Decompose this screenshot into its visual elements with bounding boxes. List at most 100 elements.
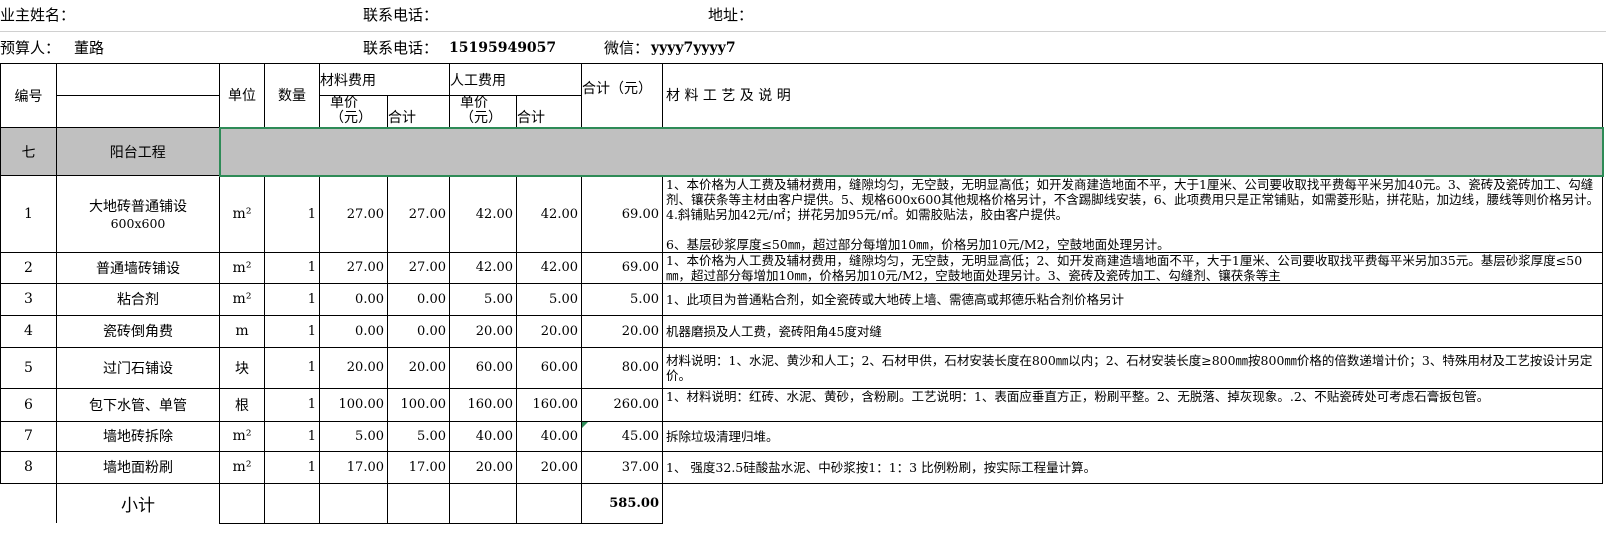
row-item-name: 过门石铺设 [56, 346, 220, 389]
row-material-price: 100.00 [319, 387, 388, 422]
quote-table: 编号 单位 数量 材料费用 人工费用 合计（元） 材 料 工 艺 及 说 明 单… [0, 63, 1604, 524]
row-total: 37.00 [581, 450, 663, 484]
row-total: 69.00 [581, 251, 663, 284]
row-total: 69.00 [581, 175, 663, 253]
table-row: 6 包下水管、单管 根 1 100.00 100.00 160.00 160.0… [0, 387, 1603, 422]
table-row: 4 瓷砖倒角费 m 1 0.00 0.00 20.00 20.00 20.00 … [0, 314, 1603, 348]
row-material-total: 17.00 [387, 450, 450, 484]
wechat-label: 微信： [604, 39, 650, 57]
col-header-material-subtotal: 合计 [387, 95, 450, 128]
subtotal-empty [387, 482, 450, 524]
row-material-price: 0.00 [319, 314, 388, 348]
row-unit: m² [219, 282, 265, 316]
row-labor-price: 20.00 [449, 450, 517, 484]
row-item-name: 普通墙砖铺设 [56, 251, 220, 284]
row-item-name: 瓷砖倒角费 [56, 314, 220, 348]
row-labor-price: 160.00 [449, 387, 517, 422]
row-material-total: 27.00 [387, 175, 450, 253]
row-labor-total: 5.00 [516, 282, 582, 316]
col-header-unit: 单位 [219, 63, 265, 128]
phone-number: 15195949057 [449, 40, 557, 56]
row-total: 5.00 [581, 282, 663, 316]
phone-label-2: 联系电话： [363, 39, 439, 57]
row-item-name: 墙地砖拆除 [56, 420, 220, 452]
row-description: 1、材料说明：红砖、水泥、黄砂，含粉刷。工艺说明：1、表面应垂直方正，粉刷平整。… [662, 387, 1603, 422]
row-labor-price: 20.00 [449, 314, 517, 348]
row-item-name: 墙地面粉刷 [56, 450, 220, 484]
wechat-id: yyyy7yyyy7 [651, 40, 736, 56]
subtotal-pad [0, 482, 57, 523]
row-description: 1、 强度32.5硅酸盐水泥、中砂浆按1：1：3 比例粉刷，按实际工程量计算。 [662, 450, 1603, 484]
col-header-labor-subtotal: 合计 [516, 95, 582, 128]
col-header-labor-unit-price: 单价（元） [449, 95, 517, 128]
row-material-price: 20.00 [319, 346, 388, 389]
row-qty: 1 [264, 314, 320, 348]
row-no: 7 [0, 420, 57, 452]
row-labor-total: 20.00 [516, 450, 582, 484]
col-header-no: 编号 [0, 63, 57, 128]
address-label: 地址： [708, 6, 754, 24]
row-no: 3 [0, 282, 57, 316]
row-qty: 1 [264, 251, 320, 284]
row-material-total: 5.00 [387, 420, 450, 452]
col-header-total: 合计（元） [581, 63, 663, 128]
row-no: 5 [0, 346, 57, 389]
header-row-budget: 预算人： 董路 联系电话： 15195949057 微信： yyyy7yyyy7 [0, 31, 1606, 64]
row-qty: 1 [264, 175, 320, 253]
subtotal-empty [264, 482, 320, 524]
row-labor-total: 20.00 [516, 314, 582, 348]
row-item-name: 包下水管、单管 [56, 387, 220, 422]
subtotal-label: 小计 [56, 482, 220, 523]
row-description: 机器磨损及人工费，瓷砖阳角45度对缝 [662, 314, 1603, 348]
row-labor-total: 60.00 [516, 346, 582, 389]
row-no: 6 [0, 387, 57, 422]
row-description: 1、本价格为人工费及辅材费用，缝隙均匀，无空鼓，无明显高低；2、如开发商建造墙地… [662, 251, 1603, 284]
budget-label: 预算人： [0, 39, 61, 57]
table-row: 3 粘合剂 m² 1 0.00 0.00 5.00 5.00 5.00 1、此项… [0, 282, 1603, 316]
row-labor-price: 60.00 [449, 346, 517, 389]
row-qty: 1 [264, 346, 320, 389]
col-header-labor: 人工费用 [449, 63, 582, 96]
row-item-name: 粘合剂 [56, 282, 220, 316]
row-labor-price: 5.00 [449, 282, 517, 316]
col-header-qty: 数量 [264, 63, 320, 128]
phone-label-1: 联系电话： [363, 6, 439, 24]
row-qty: 1 [264, 450, 320, 484]
table-row: 8 墙地面粉刷 m² 1 17.00 17.00 20.00 20.00 37.… [0, 450, 1603, 484]
row-material-total: 20.00 [387, 346, 450, 389]
row-labor-total: 42.00 [516, 251, 582, 284]
col-header-name [56, 63, 220, 128]
row-labor-total: 42.00 [516, 175, 582, 253]
table-row: 5 过门石铺设 块 1 20.00 20.00 60.00 60.00 80.0… [0, 346, 1603, 389]
table-row: 1 大地砖普通铺设 600x600 m² 1 27.00 27.00 42.00 … [0, 175, 1603, 253]
subtotal-empty [449, 482, 517, 524]
row-labor-total: 160.00 [516, 387, 582, 422]
row-unit: m² [219, 251, 265, 284]
row-labor-price: 42.00 [449, 251, 517, 284]
table-row: 2 普通墙砖铺设 m² 1 27.00 27.00 42.00 42.00 69… [0, 251, 1603, 284]
row-material-price: 5.00 [319, 420, 388, 452]
subtotal-value: 585.00 [581, 482, 663, 524]
row-description: 拆除垃圾清理归堆。 [662, 420, 1603, 452]
section-selected-cell[interactable] [218, 126, 1604, 177]
row-labor-price: 42.00 [449, 175, 517, 253]
subtotal-empty [219, 482, 265, 524]
row-unit: m² [219, 175, 265, 253]
row-material-price: 27.00 [319, 251, 388, 284]
row-unit: m [219, 314, 265, 348]
row-material-price: 27.00 [319, 175, 388, 253]
row-no: 1 [0, 175, 57, 253]
row-total: 45.00 [581, 420, 663, 452]
row-unit: 块 [219, 346, 265, 389]
row-unit: 根 [219, 387, 265, 422]
section-row: 七 阳台工程 [0, 126, 1604, 177]
row-no: 2 [0, 251, 57, 284]
row-description: 1、此项目为普通粘合剂，如全瓷砖或大地砖上墙、需德高或邦德乐粘合剂价格另计 [662, 282, 1603, 316]
row-description: 1、本价格为人工费及辅材费用，缝隙均匀，无空鼓，无明显高低；如开发商建造地面不平… [662, 175, 1603, 253]
owner-label: 业主姓名： [0, 6, 76, 24]
row-qty: 1 [264, 420, 320, 452]
row-material-total: 27.00 [387, 251, 450, 284]
row-labor-price: 40.00 [449, 420, 517, 452]
row-no: 4 [0, 314, 57, 348]
row-material-total: 0.00 [387, 314, 450, 348]
